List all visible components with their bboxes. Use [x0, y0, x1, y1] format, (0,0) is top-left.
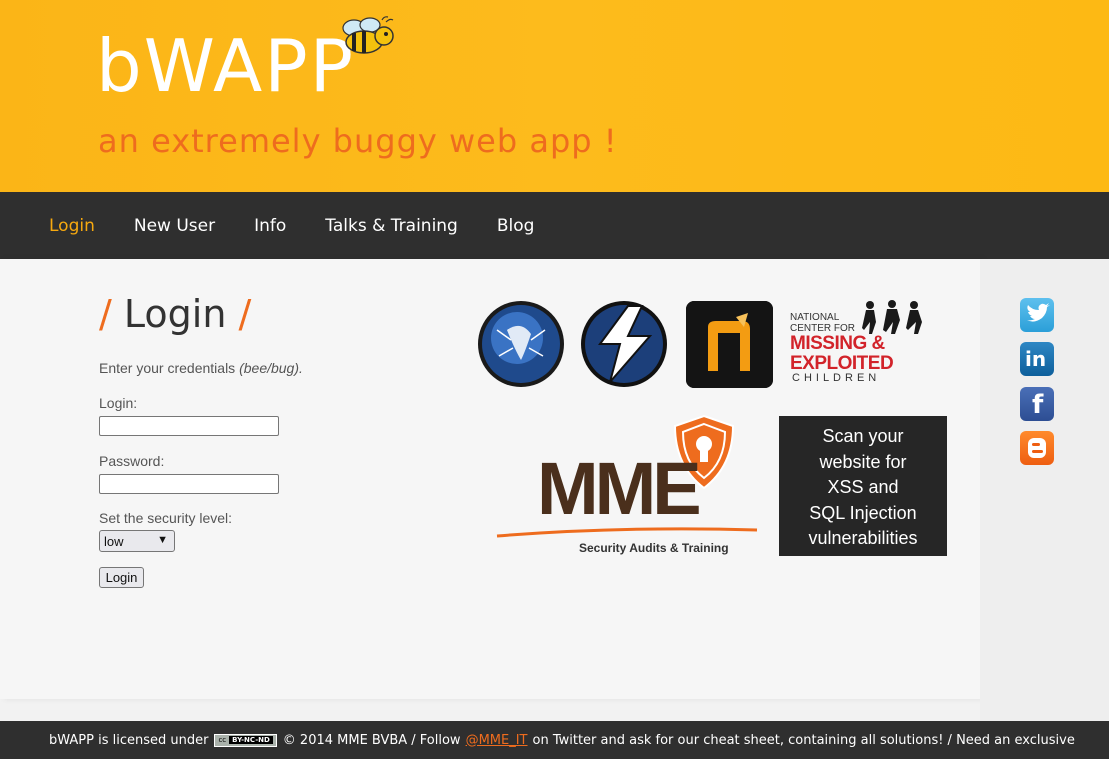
ncmec-line-missing: MISSING & EXPLOITED [790, 333, 894, 374]
nav-item-talks-training[interactable]: Talks & Training [325, 216, 458, 236]
scan-line: Scan your [822, 426, 904, 446]
intro-label: Enter your credentials [99, 360, 236, 376]
facebook-icon[interactable]: f [1020, 387, 1054, 421]
title-slash-left: / [99, 292, 112, 336]
login-button[interactable]: Login [99, 567, 144, 588]
intro-hint: (bee/bug). [239, 360, 303, 376]
owasp-logo[interactable] [477, 300, 565, 388]
password-input[interactable] [99, 474, 279, 494]
footer-license-text: bWAPP is licensed under [49, 732, 209, 748]
password-label: Password: [99, 453, 165, 469]
twitter-handle-link[interactable]: @MME_IT [466, 733, 528, 748]
ncmec-line-national: NATIONAL CENTER FOR [790, 312, 855, 334]
tagline: an extremely buggy web app ! [98, 122, 618, 160]
mme-subtitle: Security Audits & Training [579, 541, 729, 555]
title-slash-right: / [238, 292, 252, 336]
mme-wordmark: MME [537, 447, 702, 530]
nav-item-blog[interactable]: Blog [497, 216, 535, 236]
scan-line: XSS and [827, 477, 899, 497]
security-level-value: low [104, 533, 124, 549]
scan-ad-banner[interactable]: Scan your website for XSS and SQL Inject… [779, 416, 947, 556]
scan-line: website for [819, 451, 907, 472]
cc-badge-label: cc [218, 736, 227, 744]
login-label: Login: [99, 395, 138, 411]
ncmec-line-children: CHILDREN [792, 372, 881, 384]
mme-swoosh [496, 527, 758, 538]
children-silhouette-icon [862, 300, 922, 334]
nav-item-info[interactable]: Info [254, 216, 286, 236]
footer: bWAPP is licensed under cc BY-NC-ND © 201… [0, 721, 1109, 759]
netsparker-logo[interactable] [686, 301, 773, 388]
mme-logo[interactable]: MME Security Audits & Training [495, 414, 760, 560]
page-title: / Login / [99, 292, 251, 336]
ncmec-logo[interactable]: NATIONAL CENTER FOR MISSING & EXPLOITED … [790, 300, 935, 388]
footer-copyright-text: © 2014 MME BVBA / Follow [282, 732, 461, 748]
footer-cheatsheet-text: on Twitter and ask for our cheat sheet, … [532, 732, 1075, 748]
cc-license-badge[interactable]: cc BY-NC-ND [214, 733, 277, 747]
chevron-down-icon: ▼ [157, 534, 168, 546]
login-input[interactable] [99, 416, 279, 436]
nav-item-login[interactable]: Login [49, 216, 95, 236]
twitter-icon[interactable] [1020, 298, 1054, 332]
intro-text: Enter your credentials (bee/bug). [99, 360, 303, 376]
main-nav: Login New User Info Talks & Training Blo… [0, 192, 1109, 259]
bee-icon [342, 16, 394, 54]
security-level-select[interactable]: low ▼ [99, 530, 175, 552]
title-text: Login [123, 292, 227, 336]
nav-item-new-user[interactable]: New User [134, 216, 215, 236]
blogger-icon[interactable] [1020, 431, 1054, 465]
scan-line: vulnerabilities [808, 528, 918, 548]
security-level-label: Set the security level: [99, 510, 233, 526]
zap-logo[interactable] [580, 300, 668, 388]
scan-line: SQL Injection [809, 502, 917, 523]
header: bWAPP an extremely buggy web app ! [0, 0, 1109, 192]
logo-title: bWAPP [96, 24, 356, 108]
linkedin-icon[interactable]: in [1020, 342, 1054, 376]
cc-badge-terms: BY-NC-ND [229, 736, 273, 744]
